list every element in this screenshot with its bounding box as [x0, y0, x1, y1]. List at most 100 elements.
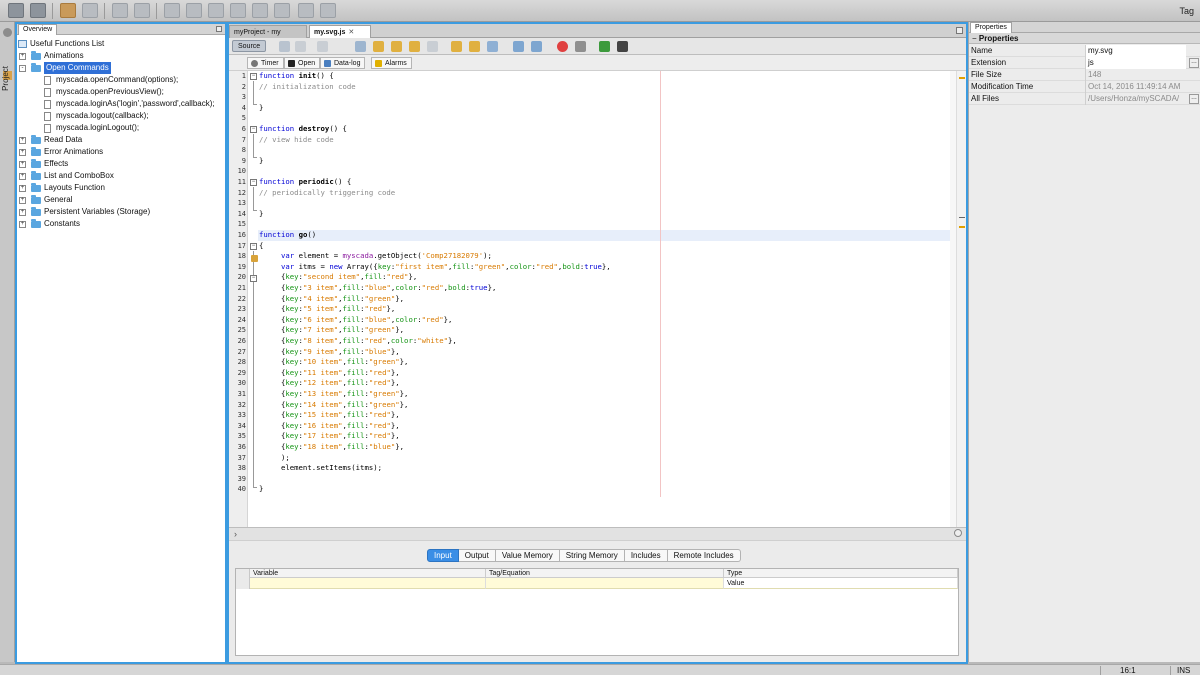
forward-icon[interactable]	[317, 41, 328, 52]
screen-icon[interactable]	[164, 3, 180, 18]
tree-item-list-and-combobox[interactable]: + List and ComboBox	[19, 170, 114, 182]
screen-export-icon[interactable]	[274, 3, 290, 18]
project-side-tab[interactable]: Project	[1, 66, 10, 91]
tab-includes[interactable]: Includes	[624, 549, 668, 562]
find-previous-icon[interactable]	[373, 41, 384, 52]
tag-label[interactable]: Tag	[1179, 6, 1194, 16]
fold-icon[interactable]: −	[250, 126, 257, 133]
cell-tag-equation[interactable]	[486, 578, 724, 589]
property-value[interactable]: my.svg	[1085, 45, 1186, 57]
alarms-button[interactable]: Alarms	[371, 57, 412, 69]
tab-my-project[interactable]: myProject - my	[229, 25, 307, 38]
tree-leaf-login-as[interactable]: myscada.loginAs('login','password',callb…	[44, 98, 215, 110]
row-handle[interactable]	[236, 578, 250, 589]
screen-copy-icon[interactable]	[252, 3, 268, 18]
cell-variable[interactable]	[250, 578, 486, 589]
property-value[interactable]: js	[1085, 57, 1186, 69]
timer-button[interactable]: Timer	[247, 57, 284, 69]
more-icon[interactable]: …	[1189, 58, 1199, 68]
code-area[interactable]: − − − − − 1 2 3 4 5 6 7 8 9 10 11 12 13 14 15 16 17 18 19 2…	[229, 71, 966, 527]
next-bookmark-icon[interactable]	[469, 41, 480, 52]
tree-item-read-data[interactable]: + Read Data	[19, 134, 82, 146]
maximize-icon[interactable]	[956, 27, 963, 34]
settings-icon[interactable]	[3, 28, 12, 37]
expand-icon[interactable]: +	[19, 52, 26, 60]
screen-move-icon[interactable]	[208, 3, 224, 18]
expand-icon[interactable]: +	[19, 220, 26, 228]
column-header-variable[interactable]: Variable	[250, 569, 486, 578]
chart-icon[interactable]	[617, 41, 628, 52]
tab-output[interactable]: Output	[458, 549, 496, 562]
download-icon[interactable]	[320, 3, 336, 18]
tree-root[interactable]: Useful Functions List	[18, 38, 104, 50]
properties-tab[interactable]: Properties	[970, 22, 1012, 33]
tab-my-svg-js[interactable]: my.svg.js ✕	[309, 25, 371, 38]
tree-item-error-animations[interactable]: + Error Animations	[19, 146, 103, 158]
tree-leaf-logout[interactable]: myscada.logout(callback);	[44, 110, 148, 122]
screen-add-icon[interactable]	[186, 3, 202, 18]
save-all-icon[interactable]	[30, 3, 46, 18]
tab-string-memory[interactable]: String Memory	[559, 549, 625, 562]
fold-icon[interactable]: −	[250, 73, 257, 80]
close-icon[interactable]: ✕	[348, 28, 354, 36]
tree-item-layouts-function[interactable]: + Layouts Function	[19, 182, 105, 194]
find-icon[interactable]	[355, 41, 366, 52]
fold-icon[interactable]: −	[250, 179, 257, 186]
chevron-right-icon[interactable]: ›	[234, 529, 237, 539]
source-button[interactable]: Source	[232, 40, 267, 52]
tree-item-open-commands[interactable]: - Open Commands	[19, 62, 111, 74]
stripe-mark[interactable]	[959, 226, 965, 228]
overview-tab[interactable]: Overview	[18, 24, 58, 35]
expand-icon[interactable]: +	[19, 148, 26, 156]
pane-splitter[interactable]: ›	[229, 527, 966, 541]
back-icon[interactable]	[295, 41, 306, 52]
stop-macro-icon[interactable]	[575, 41, 586, 52]
find-next-icon[interactable]	[391, 41, 402, 52]
cell-type[interactable]: Value	[724, 578, 958, 589]
error-stripe[interactable]	[956, 71, 966, 527]
properties-header[interactable]: − Properties	[969, 33, 1200, 44]
more-icon[interactable]: …	[1189, 94, 1199, 104]
expand-icon[interactable]: +	[19, 136, 26, 144]
tab-remote-includes[interactable]: Remote Includes	[667, 549, 741, 562]
tree-leaf-login-logout[interactable]: myscada.loginLogout();	[44, 122, 139, 134]
start-icon[interactable]	[599, 41, 610, 52]
find-selection-icon[interactable]	[409, 41, 420, 52]
tab-value-memory[interactable]: Value Memory	[495, 549, 560, 562]
fold-icon[interactable]: −	[250, 275, 257, 282]
undo-icon[interactable]	[60, 3, 76, 18]
stripe-mark[interactable]	[959, 77, 965, 79]
record-macro-icon[interactable]	[557, 41, 568, 52]
previous-bookmark-icon[interactable]	[451, 41, 462, 52]
tree-item-constants[interactable]: + Constants	[19, 218, 80, 230]
tree-leaf-open-command[interactable]: myscada.openCommand(options);	[44, 74, 178, 86]
tree-leaf-open-previous-view[interactable]: myscada.openPreviousView();	[44, 86, 164, 98]
toggle-highlight-icon[interactable]	[427, 41, 438, 52]
screen-remove-icon[interactable]	[230, 3, 246, 18]
save-icon[interactable]	[8, 3, 24, 18]
expand-icon[interactable]: +	[19, 184, 26, 192]
print-icon[interactable]	[298, 3, 314, 18]
tree-item-general[interactable]: + General	[19, 194, 72, 206]
expand-icon[interactable]: +	[19, 172, 26, 180]
tree-item-effects[interactable]: + Effects	[19, 158, 68, 170]
expand-icon[interactable]: +	[19, 160, 26, 168]
shift-right-icon[interactable]	[531, 41, 542, 52]
history-icon[interactable]	[279, 41, 290, 52]
collapse-icon[interactable]: -	[19, 64, 26, 72]
minimize-icon[interactable]	[216, 26, 222, 32]
tree-item-animations[interactable]: + Animations	[19, 50, 84, 62]
shift-left-icon[interactable]	[513, 41, 524, 52]
column-header-type[interactable]: Type	[724, 569, 958, 578]
toggle-bookmark-icon[interactable]	[487, 41, 498, 52]
data-log-button[interactable]: Data-log	[320, 57, 366, 69]
close-pane-icon[interactable]	[954, 529, 962, 537]
collapse-icon[interactable]: −	[972, 34, 977, 43]
column-header-tag-equation[interactable]: Tag/Equation	[486, 569, 724, 578]
expand-icon[interactable]: +	[19, 196, 26, 204]
open-button[interactable]: Open	[284, 57, 321, 69]
expand-icon[interactable]: +	[19, 208, 26, 216]
redo-icon[interactable]	[82, 3, 98, 18]
tree-item-persistent-variables[interactable]: + Persistent Variables (Storage)	[19, 206, 150, 218]
copy-page-icon[interactable]	[112, 3, 128, 18]
